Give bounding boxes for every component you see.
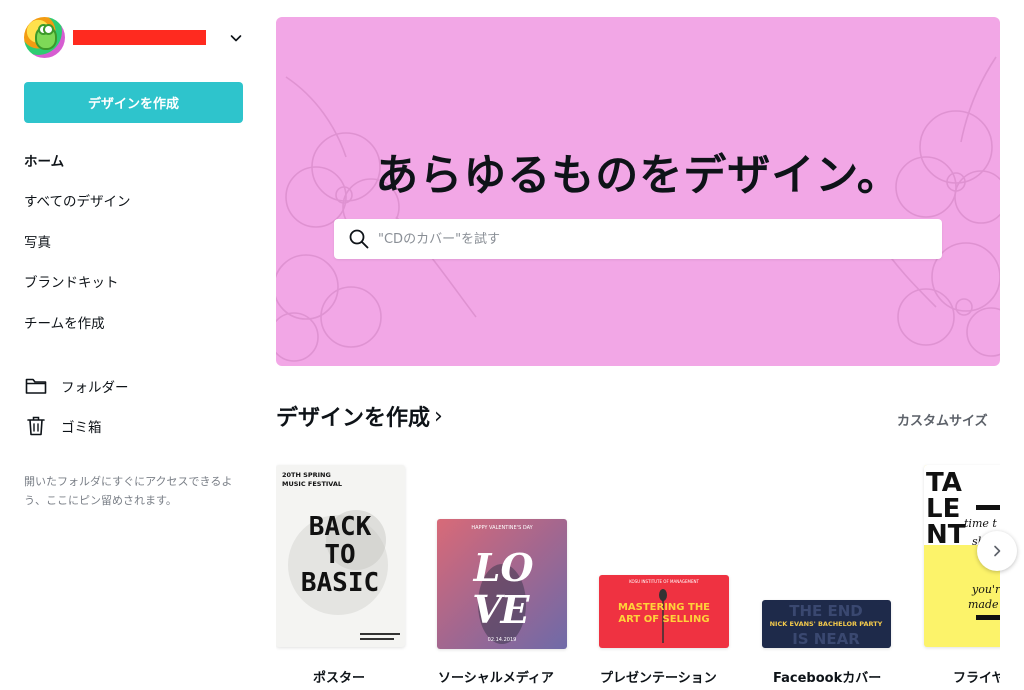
- template-card-social-media[interactable]: HAPPY VALENTINE'S DAY L O V E 02.14.2019…: [437, 519, 577, 690]
- sidebar-item-create-team[interactable]: チームを作成: [24, 312, 105, 332]
- chevron-down-icon[interactable]: [228, 30, 244, 46]
- svg-text:time t: time t: [964, 517, 997, 530]
- sidebar-item-label: ゴミ箱: [61, 420, 102, 436]
- create-design-button[interactable]: デザインを作成: [24, 82, 243, 123]
- hero-banner: あらゆるものをデザイン。: [276, 17, 1000, 366]
- template-thumbnail: HAPPY VALENTINE'S DAY L O V E 02.14.2019: [437, 519, 567, 649]
- sidebar-item-home[interactable]: ホーム: [24, 150, 64, 170]
- search-input[interactable]: [378, 231, 918, 247]
- custom-size-link[interactable]: カスタムサイズ: [897, 410, 988, 429]
- account-name: ▇▇▇▇▇▇▇▇: [73, 30, 206, 45]
- hero-title: あらゆるものをデザイン。: [375, 151, 901, 201]
- svg-text:BACK: BACK: [309, 512, 372, 542]
- svg-text:HAPPY VALENTINE'S DAY: HAPPY VALENTINE'S DAY: [471, 525, 533, 531]
- account-switcher[interactable]: ▇▇▇▇▇▇▇▇: [24, 17, 248, 59]
- svg-text:ART OF SELLING: ART OF SELLING: [618, 614, 709, 625]
- chevron-right-icon: ›: [434, 403, 443, 429]
- create-design-heading[interactable]: デザインを作成 ›: [276, 400, 443, 432]
- template-card-facebook-cover[interactable]: THE END IS NEAR NICK EVANS' BACHELOR PAR…: [762, 600, 902, 690]
- trash-icon: [24, 415, 48, 437]
- template-label: Facebookカバー: [773, 671, 882, 686]
- svg-text:TO: TO: [324, 540, 355, 570]
- svg-text:KOSU INSTITUTE OF MANAGEMENT: KOSU INSTITUTE OF MANAGEMENT: [629, 579, 699, 584]
- template-thumbnail: 20TH SPRING MUSIC FESTIVAL BACK TO BASIC: [276, 465, 405, 647]
- svg-text:MASTERING THE: MASTERING THE: [618, 602, 710, 613]
- svg-text:you're: you're: [971, 583, 1000, 596]
- chevron-right-icon: [994, 545, 1001, 557]
- sidebar-item-all-designs[interactable]: すべてのデザイン: [24, 190, 131, 210]
- sidebar-item-brand-kit[interactable]: ブランドキット: [24, 271, 119, 291]
- template-label: フライヤ: [953, 671, 1000, 686]
- svg-text:O: O: [500, 545, 533, 590]
- svg-text:BASIC: BASIC: [301, 568, 379, 598]
- template-card-poster[interactable]: 20TH SPRING MUSIC FESTIVAL BACK TO BASIC…: [276, 465, 406, 690]
- section-title-text: デザインを作成: [276, 406, 431, 431]
- pin-hint-text: 開いたフォルダにすぐにアクセスできるよう、ここにピン留めされます。: [24, 475, 233, 507]
- sidebar-item-folders[interactable]: フォルダー: [24, 375, 129, 397]
- sidebar: ▇▇▇▇▇▇▇▇ デザインを作成 ホーム すべてのデザイン 写真 ブランドキット…: [0, 0, 262, 690]
- template-carousel: 20TH SPRING MUSIC FESTIVAL BACK TO BASIC…: [276, 455, 1000, 690]
- svg-text:MUSIC FESTIVAL: MUSIC FESTIVAL: [282, 480, 342, 488]
- sidebar-item-label: フォルダー: [61, 380, 129, 396]
- svg-text:02.14.2019: 02.14.2019: [488, 637, 517, 643]
- svg-text:made: made: [968, 598, 999, 611]
- folder-icon: [24, 375, 48, 397]
- svg-text:E: E: [500, 587, 531, 632]
- carousel-next-button[interactable]: [977, 531, 1017, 571]
- template-label: ソーシャルメディア: [438, 671, 554, 686]
- sidebar-item-photos[interactable]: 写真: [24, 231, 51, 251]
- template-thumbnail: THE END IS NEAR NICK EVANS' BACHELOR PAR…: [762, 600, 891, 648]
- poster-top-text: 20TH SPRING: [282, 471, 331, 479]
- svg-text:NT: NT: [926, 520, 966, 550]
- svg-text:IS NEAR: IS NEAR: [792, 630, 860, 648]
- search-icon: [349, 229, 369, 249]
- search-bar[interactable]: [334, 219, 942, 259]
- svg-text:L: L: [473, 545, 501, 590]
- sidebar-item-trash[interactable]: ゴミ箱: [24, 415, 102, 437]
- svg-text:NICK EVANS' BACHELOR PARTY: NICK EVANS' BACHELOR PARTY: [770, 620, 883, 628]
- svg-text:THE END: THE END: [789, 602, 863, 620]
- template-card-flyer[interactable]: TA LE NT time t sho you're made フライヤ: [924, 465, 1000, 690]
- template-card-presentation[interactable]: KOSU INSTITUTE OF MANAGEMENT MASTERING T…: [599, 575, 739, 690]
- template-thumbnail: KOSU INSTITUTE OF MANAGEMENT MASTERING T…: [599, 575, 729, 648]
- avatar: [24, 17, 65, 58]
- template-label: ポスター: [313, 671, 366, 686]
- template-label: プレゼンテーション: [600, 671, 717, 686]
